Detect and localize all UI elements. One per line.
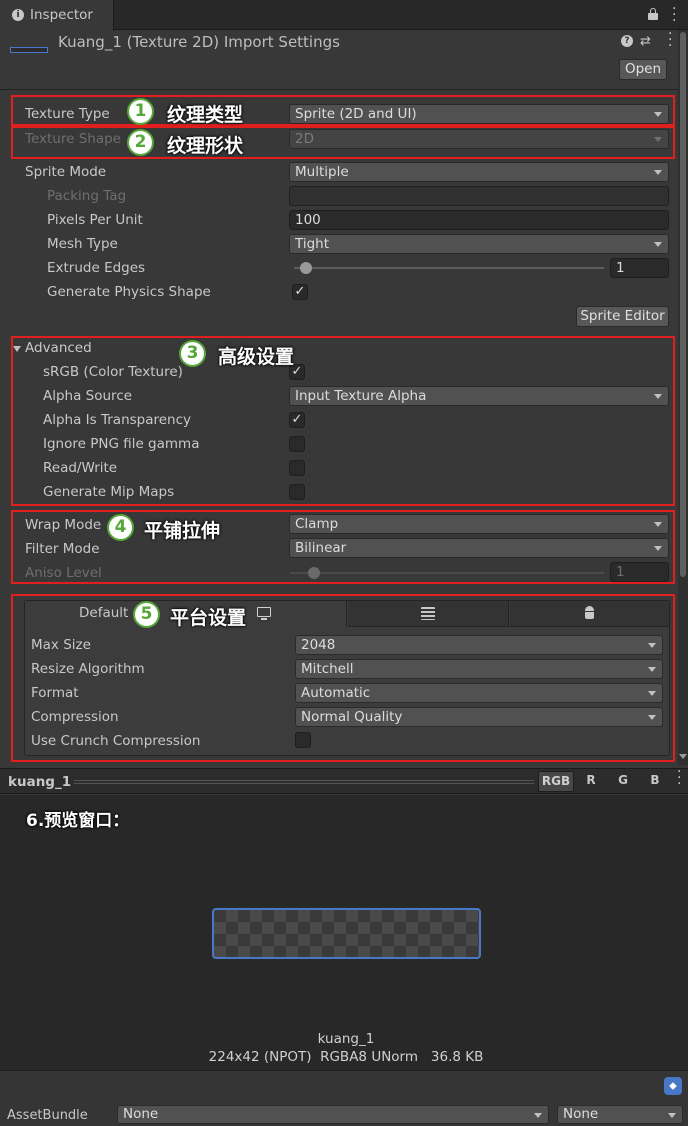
generate-physics-shape-checkbox[interactable]: ✓ (292, 284, 308, 300)
annotation-text-1: 纹理类型 (167, 104, 244, 126)
label-tag-icon[interactable]: ⬥ (664, 1077, 682, 1095)
header-divider (0, 89, 678, 90)
annotation-badge-5: 5 (133, 601, 160, 628)
chevron-down-icon (654, 242, 662, 247)
extrude-edges-slider-handle[interactable] (300, 262, 312, 274)
sprite-editor-button[interactable]: Sprite Editor (576, 306, 669, 327)
inspector-tab[interactable]: i Inspector (0, 0, 114, 31)
open-button[interactable]: Open (619, 59, 667, 80)
chevron-down-icon (668, 1113, 676, 1118)
annotation-badge-1: 1 (127, 98, 154, 125)
info-icon: i (12, 9, 24, 21)
extrude-edges-input[interactable]: 1 (610, 258, 669, 278)
extrude-edges-slider[interactable] (294, 267, 604, 269)
preview-toolbar: kuang_1 RGB R G B · · · (0, 765, 688, 794)
packing-tag-label: Packing Tag (47, 188, 127, 204)
chevron-down-icon (654, 170, 662, 175)
channel-rgb-button[interactable]: RGB (538, 771, 574, 792)
sprite-mode-dropdown[interactable]: Multiple (289, 162, 669, 182)
scrollbar-track[interactable] (678, 30, 688, 765)
inspector-tab-label: Inspector (30, 7, 93, 23)
assetbundle-variant-dropdown[interactable]: None (557, 1105, 683, 1124)
extrude-edges-label: Extrude Edges (47, 260, 146, 276)
generate-physics-shape-label: Generate Physics Shape (47, 284, 211, 300)
annotation-badge-4: 4 (107, 514, 134, 541)
sprite-mode-label: Sprite Mode (25, 164, 107, 180)
lock-icon[interactable] (648, 8, 658, 20)
preview-caption-name: kuang_1 (317, 1031, 375, 1047)
asset-thumbnail (10, 47, 48, 53)
annotation-text-2: 纹理形状 (167, 135, 244, 157)
channel-g-button[interactable]: G (608, 771, 638, 792)
header-menu-icon[interactable]: · · · (668, 27, 672, 53)
page-title: Kuang_1 (Texture 2D) Import Settings (58, 33, 340, 51)
preview-menu-icon[interactable]: · · · (677, 765, 681, 791)
preview-drag-handle[interactable] (74, 780, 534, 784)
mesh-type-dropdown[interactable]: Tight (289, 234, 669, 254)
help-icon[interactable]: ? (621, 35, 633, 47)
annotation-text-5: 平台设置 (170, 607, 247, 629)
tab-bar: i Inspector · · · (0, 0, 688, 31)
kebab-menu-icon[interactable]: · · · (672, 2, 676, 28)
annotation-box-2 (11, 126, 675, 159)
preview-title: kuang_1 (8, 774, 72, 790)
scrollbar-thumb[interactable] (680, 32, 686, 577)
annotation-badge-3: 3 (179, 340, 206, 367)
annotation-box-1 (11, 95, 675, 126)
chevron-down-icon (534, 1113, 542, 1118)
scroll-down-icon[interactable] (679, 754, 687, 759)
annotation-text-4: 平铺拉伸 (144, 520, 221, 542)
assetbundle-label: AssetBundle (7, 1108, 88, 1123)
assetbundle-name-dropdown[interactable]: None (117, 1105, 549, 1124)
packing-tag-input[interactable] (289, 186, 669, 206)
texture-preview (212, 908, 481, 959)
annotation-text-3: 高级设置 (218, 346, 295, 368)
preview-caption-info: 224x42 (NPOT) RGBA8 UNorm 36.8 KB (208, 1049, 484, 1065)
annotation-badge-2: 2 (127, 129, 154, 156)
annotation-text-6: 6.预览窗口： (26, 811, 130, 831)
mesh-type-label: Mesh Type (47, 236, 118, 252)
pixels-per-unit-label: Pixels Per Unit (47, 212, 143, 228)
pixels-per-unit-input[interactable]: 100 (289, 210, 669, 230)
annotation-box-5 (11, 594, 675, 762)
channel-b-button[interactable]: B (640, 771, 670, 792)
annotation-box-3 (11, 336, 675, 506)
preset-icon[interactable]: ⇄ (640, 34, 651, 49)
channel-r-button[interactable]: R (576, 771, 606, 792)
